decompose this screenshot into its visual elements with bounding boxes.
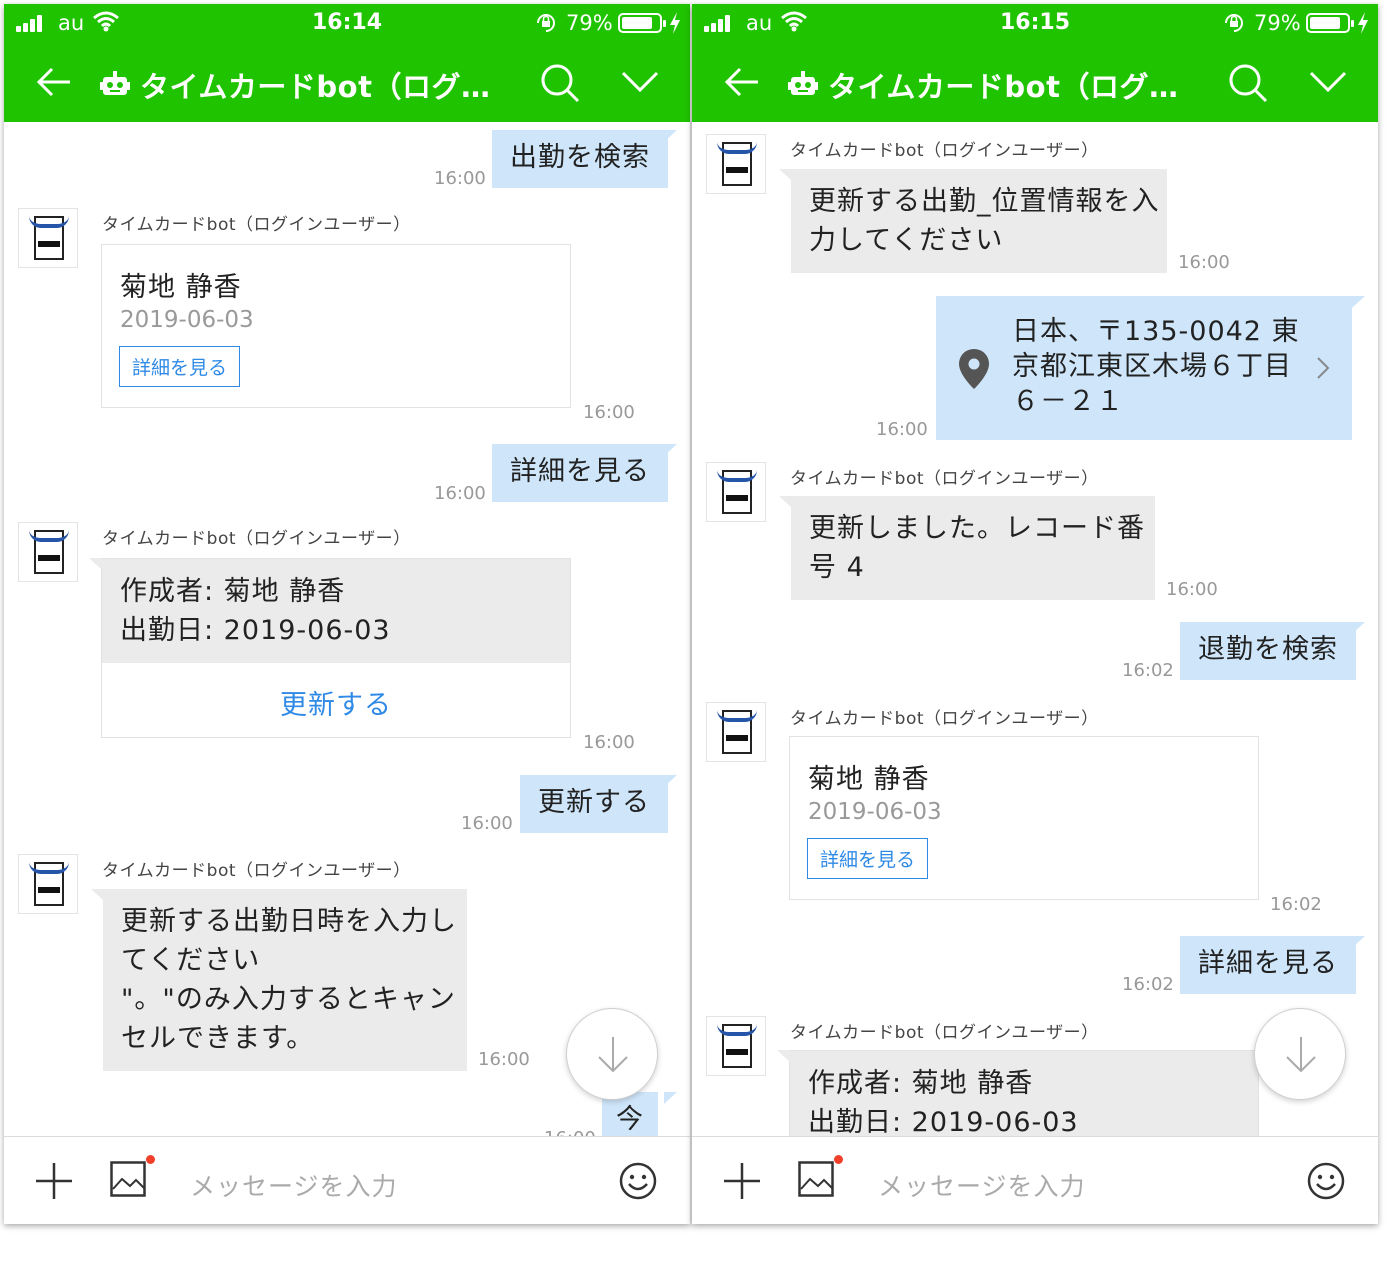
scroll-to-bottom-button[interactable] bbox=[1254, 1008, 1346, 1100]
sender-name: タイムカードbot（ログインユーザー） bbox=[790, 469, 1099, 489]
notification-dot bbox=[146, 1155, 155, 1164]
chat-title: タイムカードbot（ログ… bbox=[828, 70, 1179, 104]
sender-name: タイムカードbot（ログインユーザー） bbox=[102, 529, 411, 549]
my-message[interactable]: 退勤を検索 bbox=[1180, 622, 1356, 680]
card-name: 菊地 静香 bbox=[808, 764, 930, 795]
message-time: 16:00 bbox=[1166, 579, 1218, 600]
message-time: 16:02 bbox=[1270, 894, 1322, 915]
battery-icon bbox=[618, 13, 666, 33]
bot-icon bbox=[100, 71, 130, 95]
address-line: 日本、〒135-0042 東 bbox=[1012, 316, 1300, 347]
view-details-button[interactable]: 詳細を見る bbox=[119, 346, 241, 387]
message-time: 16:00 bbox=[434, 483, 486, 504]
sender-name: タイムカードbot（ログインユーザー） bbox=[102, 861, 411, 881]
chevron-down-icon[interactable] bbox=[620, 70, 660, 94]
nav-bar: タイムカードbot（ログ… bbox=[692, 44, 1378, 122]
plus-icon[interactable] bbox=[36, 1163, 72, 1199]
sender-name: タイムカードbot（ログインユーザー） bbox=[790, 1023, 1099, 1043]
message-time: 16:02 bbox=[1122, 660, 1174, 681]
message-time: 16:00 bbox=[583, 402, 635, 423]
bot-avatar[interactable] bbox=[18, 208, 78, 268]
image-icon[interactable] bbox=[110, 1161, 146, 1197]
bot-message[interactable]: 更新しました。レコード番 号 4 bbox=[791, 496, 1155, 600]
bot-icon bbox=[788, 71, 818, 95]
chevron-down-icon[interactable] bbox=[1308, 70, 1348, 94]
notification-dot bbox=[834, 1155, 843, 1164]
plus-icon[interactable] bbox=[724, 1163, 760, 1199]
detail-author: 作成者: 菊地 静香 bbox=[120, 576, 346, 607]
nav-bar: タイムカードbot（ログ… bbox=[4, 44, 690, 122]
chevron-right-icon bbox=[1317, 357, 1330, 379]
message-list[interactable]: タイムカードbot（ログインユーザー） 更新する出勤_位置情報を入 力してくださ… bbox=[692, 122, 1378, 1136]
detail-author: 作成者: 菊地 静香 bbox=[808, 1068, 1034, 1099]
sender-name: タイムカードbot（ログインユーザー） bbox=[790, 709, 1099, 729]
message-list[interactable]: 16:00 出勤を検索 タイムカードbot（ログインユーザー） 菊地 静香 20… bbox=[4, 122, 690, 1136]
attendance-detail: 作成者: 菊地 静香 出勤日: 2019-06-03 更新する bbox=[101, 558, 571, 738]
my-message[interactable]: 更新する bbox=[520, 775, 668, 833]
detail-date: 出勤日: 2019-06-03 bbox=[120, 615, 391, 646]
detail-date: 出勤日: 2019-06-03 bbox=[808, 1107, 1079, 1136]
battery-percent: 79% bbox=[566, 11, 613, 35]
rotation-lock-icon bbox=[537, 14, 555, 32]
message-time: 16:00 bbox=[583, 732, 635, 753]
arrow-down-icon bbox=[598, 1037, 628, 1073]
attendance-detail: 作成者: 菊地 静香 出勤日: 2019-06-03 bbox=[789, 1050, 1259, 1136]
sender-name: タイムカードbot（ログインユーザー） bbox=[102, 215, 411, 235]
charging-icon bbox=[1358, 12, 1368, 34]
message-input[interactable]: メッセージを入力 bbox=[190, 1167, 398, 1203]
view-details-button[interactable]: 詳細を見る bbox=[807, 838, 929, 879]
message-time: 16:00 bbox=[461, 813, 513, 834]
bot-avatar[interactable] bbox=[18, 522, 78, 582]
emoji-icon[interactable] bbox=[1306, 1161, 1346, 1201]
bot-avatar[interactable] bbox=[18, 854, 78, 914]
location-message[interactable]: 日本、〒135-0042 東 京都江東区木場６丁目 ６－２１ bbox=[936, 296, 1352, 440]
battery-percent: 79% bbox=[1254, 11, 1301, 35]
my-message[interactable]: 詳細を見る bbox=[1180, 936, 1356, 994]
bot-message[interactable]: 更新する出勤日時を入力し てください "。"のみ入力するとキャン セルできます。 bbox=[103, 889, 467, 1071]
left-screen: au 16:14 79% タイムカードbot（ログ… 16:00 出勤を検索 タ… bbox=[4, 4, 690, 1224]
message-time: 16:00 bbox=[478, 1049, 530, 1070]
back-arrow-icon[interactable] bbox=[34, 62, 74, 102]
input-bar: メッセージを入力 bbox=[692, 1136, 1378, 1224]
search-icon[interactable] bbox=[1227, 62, 1269, 104]
message-time: 16:02 bbox=[1122, 974, 1174, 995]
search-icon[interactable] bbox=[539, 62, 581, 104]
chat-title: タイムカードbot（ログ… bbox=[140, 70, 491, 104]
card-date: 2019-06-03 bbox=[120, 307, 254, 333]
bot-message[interactable]: 更新する出勤_位置情報を入 力してください bbox=[791, 169, 1167, 273]
message-time: 16:00 bbox=[1178, 252, 1230, 273]
update-button[interactable]: 更新する bbox=[102, 683, 570, 722]
message-time: 16:00 bbox=[544, 1128, 596, 1136]
rotation-lock-icon bbox=[1225, 14, 1243, 32]
attendance-card: 菊地 静香 2019-06-03 詳細を見る bbox=[101, 244, 571, 408]
message-time: 16:00 bbox=[876, 419, 928, 440]
bot-avatar[interactable] bbox=[706, 702, 766, 762]
emoji-icon[interactable] bbox=[618, 1161, 658, 1201]
charging-icon bbox=[670, 12, 680, 34]
address-line: ６－２１ bbox=[1012, 386, 1124, 417]
map-pin-icon bbox=[959, 349, 989, 389]
bot-avatar[interactable] bbox=[706, 1016, 766, 1076]
my-message[interactable]: 出勤を検索 bbox=[492, 130, 668, 188]
message-time: 16:00 bbox=[434, 168, 486, 189]
right-screen: au 16:15 79% タイムカードbot（ログ… タイムカードbot（ログイ… bbox=[692, 4, 1378, 1224]
sender-name: タイムカードbot（ログインユーザー） bbox=[790, 141, 1099, 161]
card-name: 菊地 静香 bbox=[120, 272, 242, 303]
card-date: 2019-06-03 bbox=[808, 799, 942, 825]
battery-icon bbox=[1306, 13, 1354, 33]
image-icon[interactable] bbox=[798, 1161, 834, 1197]
status-bar: au 16:14 79% bbox=[4, 4, 690, 44]
message-input[interactable]: メッセージを入力 bbox=[878, 1167, 1086, 1203]
bot-avatar[interactable] bbox=[706, 462, 766, 522]
back-arrow-icon[interactable] bbox=[722, 62, 762, 102]
input-bar: メッセージを入力 bbox=[4, 1136, 690, 1224]
bot-avatar[interactable] bbox=[706, 134, 766, 194]
attendance-card: 菊地 静香 2019-06-03 詳細を見る bbox=[789, 736, 1259, 900]
status-bar: au 16:15 79% bbox=[692, 4, 1378, 44]
arrow-down-icon bbox=[1286, 1037, 1316, 1073]
my-message[interactable]: 詳細を見る bbox=[492, 444, 668, 502]
address-line: 京都江東区木場６丁目 bbox=[1012, 351, 1292, 382]
scroll-to-bottom-button[interactable] bbox=[566, 1008, 658, 1100]
